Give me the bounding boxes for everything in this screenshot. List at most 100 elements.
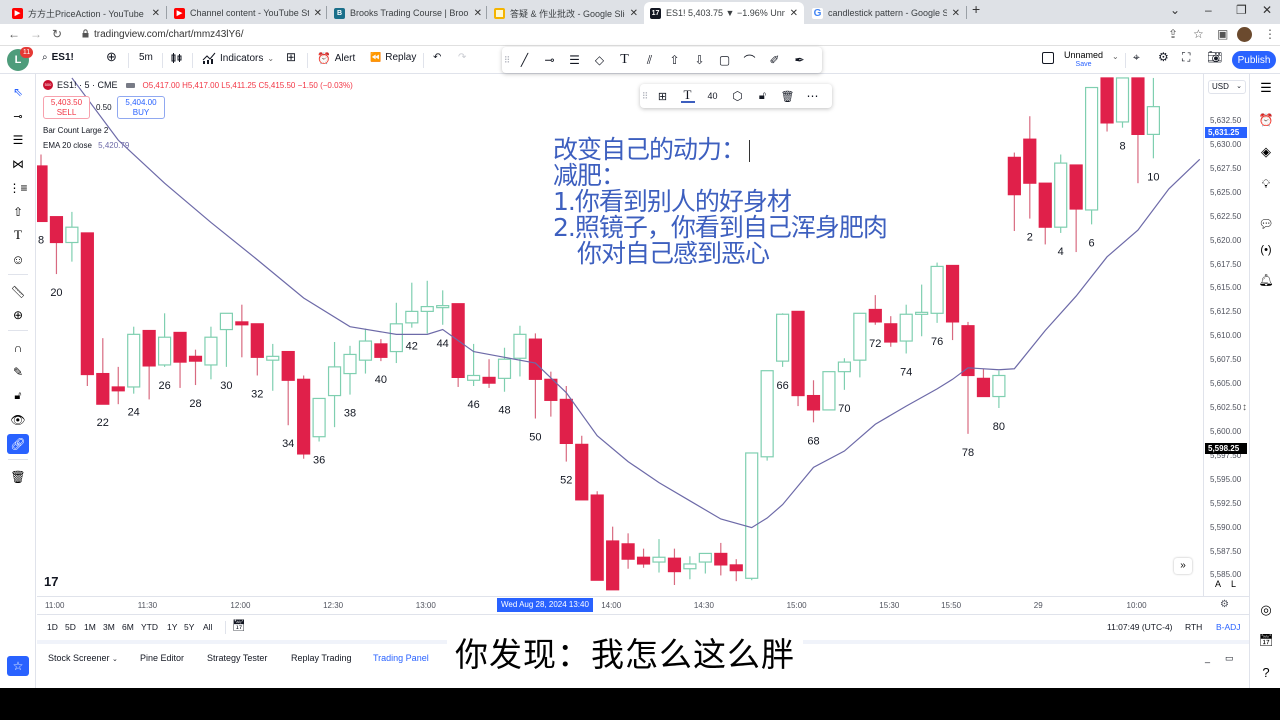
browser-tab[interactable]: 答疑 & 作业批改 - Google Slide ✕ [488,2,644,24]
alerts-button[interactable]: ⏰ [1256,110,1276,130]
trend-line-icon[interactable]: ╱ [512,49,537,71]
currency-selector[interactable]: USD ⌄ [1208,80,1246,94]
side-panel-icon[interactable]: ▣ [1217,27,1228,41]
tab-strategy-tester[interactable]: Strategy Tester [207,653,267,663]
browser-tab[interactable]: B Brooks Trading Course | Brook ✕ [328,2,488,24]
goto-date-button[interactable]: 📅︎ [232,619,246,632]
tab-search-icon[interactable]: ⌄ [1170,3,1180,17]
unlock-icon[interactable]: 🔓︎ [750,85,775,107]
measure-tool[interactable]: 📏︎ [7,282,29,302]
indicator-ema[interactable]: EMA 20 close 5,420.79 [43,141,129,150]
range-button-all[interactable]: All [203,622,212,632]
reload-icon[interactable]: ↻ [52,27,62,41]
url-field[interactable]: tradingview.com/chart/mmz43lY6/ [94,29,244,40]
stay-in-drawing-mode[interactable]: ✎ [7,362,29,382]
redo-button[interactable]: ↷ [458,52,466,63]
text-icon[interactable]: T [612,49,637,71]
fullscreen-button[interactable]: ⛶ [1182,50,1190,65]
collapse-legend-icon[interactable] [125,82,135,88]
save-button[interactable]: Save [1064,60,1103,69]
minimize-icon[interactable]: – [1205,3,1212,17]
cross-line-icon[interactable]: ⫽ [637,49,662,71]
dom-button[interactable]: ◎ [1256,600,1276,620]
browser-menu-icon[interactable]: ⋮ [1264,27,1276,41]
settings-hex-icon[interactable]: ⬡ [725,85,750,107]
auto-scale-button[interactable]: A [1215,579,1221,589]
compare-symbol-button[interactable]: ⊕ [106,49,117,65]
price-scale[interactable]: USD ⌄ 5,632.50 5,630.00 5,627.50 5,625.00 5,6… [1203,74,1249,596]
shapes-tool[interactable]: ⇧ [7,202,29,222]
range-button-1m[interactable]: 1M [84,622,96,632]
chart-type-button[interactable] [171,52,183,64]
close-window-icon[interactable]: ✕ [1262,3,1272,17]
trash-icon[interactable]: 🗑︎ [775,85,800,107]
icon-tool[interactable]: ☺ [7,249,29,269]
range-button-5d[interactable]: 5D [65,622,76,632]
lock-drawings[interactable]: 🔓︎ [7,386,29,406]
session-button[interactable]: RTH [1185,622,1202,632]
trend-line-tool[interactable]: ⊸ [7,106,29,126]
buy-button[interactable]: 5,404.00 BUY [117,96,165,119]
rotated-rectangle-icon[interactable]: ◇ [587,49,612,71]
text-tool[interactable]: T [7,225,29,245]
watchlist-star[interactable]: ☆ [7,656,29,676]
chats-button[interactable]: 💬︎ [1256,214,1276,234]
range-button-1y[interactable]: 1Y [167,622,177,632]
minimize-panel-icon[interactable]: _ [1205,653,1210,663]
magnet-tool[interactable]: ∩ [7,338,29,358]
brush-icon[interactable]: ✐ [762,49,787,71]
drag-handle[interactable]: ⠿ [502,55,512,66]
close-tab-icon[interactable]: ✕ [152,8,160,19]
undo-button[interactable]: ↶ [433,52,441,63]
arrow-down-icon[interactable]: ⇩ [687,49,712,71]
template-icon[interactable]: ⊞ [650,85,675,107]
cursor-tool[interactable]: ⇖ [7,82,29,102]
curve-icon[interactable]: ⌒ [737,49,762,71]
tab-stock-screener[interactable]: Stock Screener ⌄ [48,653,118,663]
close-tab-icon[interactable]: ✕ [474,8,482,19]
more-icon[interactable]: ⋯ [800,85,825,107]
new-tab-button[interactable]: + [972,1,980,17]
help-button[interactable]: ? [1256,662,1276,682]
snapshot-button[interactable]: 📷︎ [1207,50,1222,64]
zoom-in-tool[interactable]: ⊕ [7,305,29,325]
alert-button[interactable]: ⏰ Alert [317,52,355,65]
profile-avatar[interactable] [1237,27,1252,42]
time-axis-settings-icon[interactable]: ⚙ [1220,599,1229,610]
publish-button[interactable]: Publish [1232,51,1276,69]
restore-icon[interactable]: ❐ [1236,3,1247,17]
range-button-6m[interactable]: 6M [122,622,134,632]
notifications-button[interactable]: 🔔︎ [1256,270,1276,290]
range-button-5y[interactable]: 5Y [184,622,194,632]
browser-tab[interactable]: G candlestick pattern - Google S ✕ [806,2,966,24]
forward-icon[interactable]: → [30,27,42,41]
templates-button[interactable]: ⊞ [286,50,296,64]
browser-tab-active[interactable]: 17 ES1! 5,403.75 ▼ −1.96% Unna ✕ [644,2,804,24]
prediction-tool[interactable]: ⋮≡ [7,178,29,198]
rectangle-icon[interactable]: ▢ [712,49,737,71]
replay-button[interactable]: ⏪ Replay [370,52,416,63]
interval-button[interactable]: 5m [139,52,153,63]
ideas-button[interactable]: 💡︎ [1256,174,1276,194]
remove-drawings[interactable]: 🗑︎ [7,467,29,487]
streams-button[interactable]: (•) [1256,240,1276,260]
chart-text-annotation[interactable]: 改变自己的动力： 减肥： 1.你看到别人的好身材 2.照镜子，你看到自己浑身肥肉… [553,137,888,267]
settings-button[interactable]: ⚙ [1158,50,1169,64]
tab-pine-editor[interactable]: Pine Editor [140,653,184,663]
horizontal-ray-icon[interactable]: ⊸ [537,49,562,71]
hide-drawings[interactable]: 👁︎ [7,410,29,430]
time-axis[interactable]: 11:00 11:30 12:00 12:30 13:00 14:00 14:30 15:00… [37,596,1249,614]
drag-handle[interactable]: ⠿ [640,91,650,102]
back-icon[interactable]: ← [8,27,20,41]
tab-trading-panel[interactable]: Trading Panel [373,653,429,663]
chevron-down-icon[interactable]: ⌄ [1112,52,1119,61]
clock-status[interactable]: 11:07:49 (UTC-4) [1107,622,1173,632]
pen-icon[interactable]: ✒ [787,49,812,71]
calendar-button[interactable]: 📅︎ [1256,630,1276,650]
close-tab-icon[interactable]: ✕ [630,8,638,19]
log-scale-button[interactable]: L [1231,579,1236,589]
text-color-button[interactable]: T [675,85,700,107]
maximize-panel-icon[interactable]: ▭ [1225,653,1234,664]
range-button-3m[interactable]: 3M [103,622,115,632]
close-tab-icon[interactable]: ✕ [790,8,798,19]
